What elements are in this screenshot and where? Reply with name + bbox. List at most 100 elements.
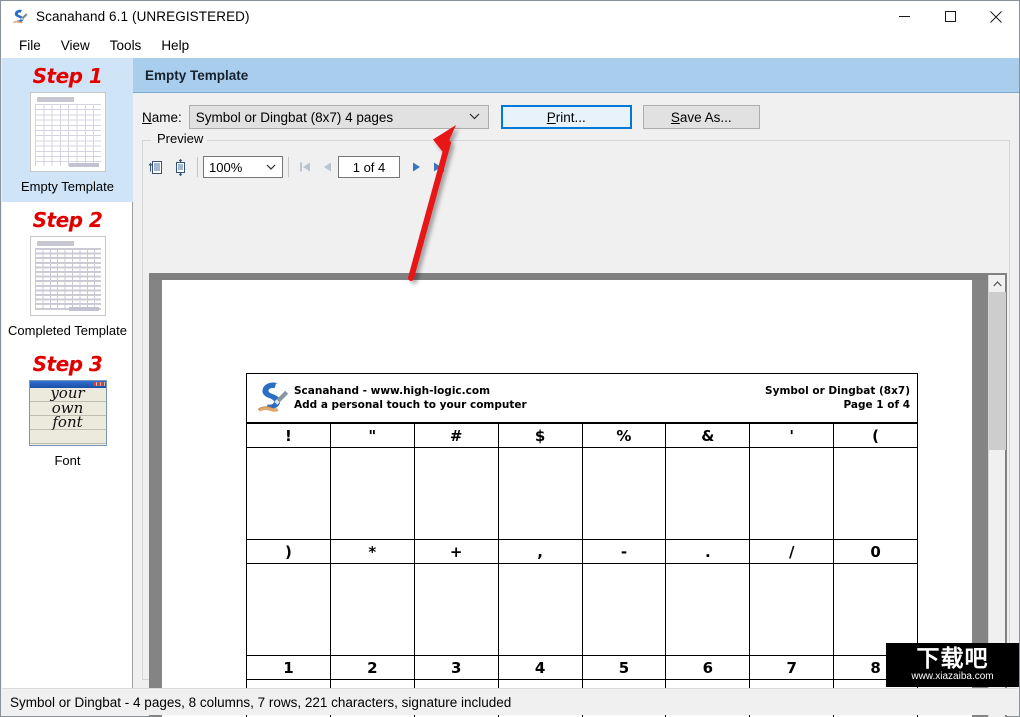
last-page-icon[interactable] (428, 156, 450, 178)
char-cell: 6 (666, 656, 751, 679)
writing-cell (329, 448, 415, 539)
zoom-level-select[interactable]: 100% (203, 156, 283, 178)
writing-cell (413, 564, 499, 655)
writing-cell (833, 564, 917, 655)
writing-cell (246, 448, 331, 539)
writing-cell (497, 564, 583, 655)
document-page-line: Page 1 of 4 (843, 399, 911, 411)
toolbar-separator-2 (288, 157, 289, 177)
char-cell: ! (247, 424, 331, 447)
close-icon[interactable] (973, 1, 1019, 32)
application-window: Scanahand 6.1 (UNREGISTERED) File View T… (0, 0, 1020, 717)
char-cell: * (331, 540, 415, 563)
save-as-button-label: Save As... (670, 109, 732, 125)
char-cell: # (415, 424, 499, 447)
sidebar-item-completed-template[interactable]: Step 2 Completed Template (2, 202, 133, 346)
sidebar-item-empty-template[interactable]: Step 1 Empty Template (2, 58, 133, 202)
step-3-label: Step 3 (32, 352, 103, 376)
maximize-icon[interactable] (927, 1, 973, 32)
template-document: Scanahand - www.high-logic.com Add a per… (246, 373, 918, 717)
preview-toolbar: 100% 1 of 4 (144, 150, 1010, 184)
char-cell: " (331, 424, 415, 447)
fit-page-view-icon[interactable] (168, 155, 192, 179)
char-cell: + (415, 540, 499, 563)
window-title: Scanahand 6.1 (UNREGISTERED) (36, 9, 250, 24)
table-row: ) * + , - . / 0 (247, 540, 917, 564)
font-window-thumbnail: your own font (2, 380, 133, 446)
watermark-url: www.xiazaiba.com (911, 671, 994, 682)
table-row: 1 2 3 4 5 6 7 8 (247, 656, 917, 680)
site-watermark: 下载吧 www.xiazaiba.com (886, 643, 1019, 687)
char-cell: 4 (499, 656, 583, 679)
writing-cell (329, 564, 415, 655)
preview-canvas-backdrop: Scanahand - www.high-logic.com Add a per… (150, 280, 992, 717)
step-2-label: Step 2 (32, 208, 103, 232)
single-page-view-icon[interactable] (144, 155, 168, 179)
steps-sidebar: Step 1 Empty Template Step 2 Completed T… (2, 58, 133, 689)
pane-header: Empty Template (133, 58, 1019, 93)
document-brand-line-2: Add a personal touch to your computer (294, 399, 527, 411)
writing-cell (581, 448, 667, 539)
document-meta: Symbol or Dingbat (8x7) Page 1 of 4 (765, 384, 910, 412)
writing-cell (665, 564, 751, 655)
step-1-label: Step 1 (32, 64, 103, 88)
print-button[interactable]: Print... (500, 105, 632, 129)
menu-item-tools[interactable]: Tools (100, 35, 152, 56)
char-cell: 0 (870, 542, 881, 561)
char-cell: $ (499, 424, 583, 447)
scroll-up-icon[interactable] (989, 275, 1005, 292)
scanahand-icon (10, 8, 28, 26)
char-cell: 1 (247, 656, 331, 679)
writing-cell (413, 448, 499, 539)
template-name-select[interactable]: Symbol or Dingbat (8x7) 4 pages (188, 105, 489, 129)
zoom-level-value: 100% (209, 159, 243, 175)
preview-legend: Preview (154, 131, 207, 146)
empty-template-thumbnail (2, 92, 133, 172)
document-header: Scanahand - www.high-logic.com Add a per… (247, 374, 917, 424)
minimize-icon[interactable] (881, 1, 927, 32)
page-indicator[interactable]: 1 of 4 (338, 156, 400, 178)
menu-item-view[interactable]: View (51, 35, 100, 56)
template-name-row: Name: Symbol or Dingbat (8x7) 4 pages Pr… (133, 103, 1019, 131)
status-bar: Symbol or Dingbat - 4 pages, 8 columns, … (2, 688, 1018, 715)
char-cell: . (666, 540, 751, 563)
writing-cell (749, 564, 835, 655)
char-cell: - (583, 540, 667, 563)
menu-item-file[interactable]: File (9, 35, 51, 56)
char-cell: ' (750, 424, 835, 447)
content-pane: Empty Template Name: Symbol or Dingbat (… (133, 58, 1019, 717)
print-button-label: Print... (546, 109, 586, 125)
char-cell: , (499, 540, 583, 563)
char-cell: % (583, 424, 667, 447)
scanahand-logo-icon (254, 379, 289, 417)
chevron-down-icon (469, 111, 488, 123)
preview-canvas[interactable]: Scanahand - www.high-logic.com Add a per… (149, 273, 1007, 717)
first-page-icon[interactable] (294, 156, 316, 178)
writing-cell (749, 448, 835, 539)
watermark-logo-text: 下载吧 (916, 646, 989, 672)
step-2-caption: Completed Template (8, 323, 127, 338)
step-1-caption: Empty Template (21, 179, 114, 194)
preview-page: Scanahand - www.high-logic.com Add a per… (162, 280, 972, 717)
font-thumb-line-3: font (52, 413, 83, 432)
previous-page-icon[interactable] (316, 156, 338, 178)
step-3-caption: Font (54, 453, 81, 468)
save-as-button[interactable]: Save As... (642, 105, 760, 129)
char-cell: ( (872, 426, 879, 445)
table-row: ! " # $ % & ' ( (247, 424, 917, 448)
document-brand: Scanahand - www.high-logic.com Add a per… (294, 384, 527, 412)
vertical-scrollbar-thumb[interactable] (989, 292, 1006, 450)
sidebar-item-font[interactable]: Step 3 your own font Font (2, 346, 133, 476)
writing-cell (246, 564, 331, 655)
name-label: Name: (142, 109, 182, 125)
char-cell: ) (247, 540, 331, 563)
char-cell: & (666, 424, 751, 447)
next-page-icon[interactable] (406, 156, 428, 178)
title-bar: Scanahand 6.1 (UNREGISTERED) (1, 1, 1019, 32)
menu-bar: File View Tools Help (1, 32, 1019, 58)
completed-template-thumbnail (2, 236, 133, 316)
writing-cell (581, 564, 667, 655)
menu-item-help[interactable]: Help (151, 35, 199, 56)
writing-cell (833, 448, 917, 539)
template-name-value: Symbol or Dingbat (8x7) 4 pages (195, 109, 394, 125)
